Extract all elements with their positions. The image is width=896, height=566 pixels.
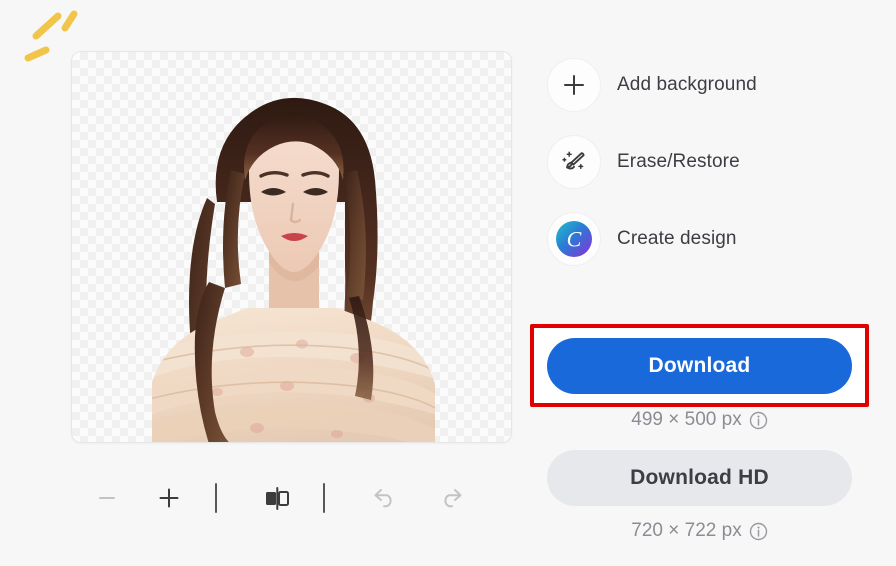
minus-icon: [99, 497, 115, 499]
zoom-in-button[interactable]: [147, 478, 191, 518]
subject-image: [151, 97, 435, 442]
redo-arrow-icon: [444, 489, 462, 508]
plus-icon: [564, 75, 584, 95]
erase-restore-action[interactable]: Erase/Restore: [547, 135, 757, 189]
create-design-label: Create design: [617, 228, 737, 249]
action-list: Add background Erase/Restore C Create de…: [547, 58, 757, 289]
canva-logo-icon: C: [556, 221, 592, 257]
download-hd-dimensions: 720 × 722 px: [547, 520, 852, 542]
image-preview-canvas[interactable]: [71, 51, 512, 443]
undo-arrow-icon: [374, 489, 392, 508]
redo-button[interactable]: [429, 478, 473, 518]
download-dimensions-text: 499 × 500 px: [631, 409, 742, 430]
download-button[interactable]: Download: [547, 338, 852, 394]
info-circle-icon[interactable]: [749, 411, 768, 430]
erase-restore-icon-circle: [547, 135, 601, 189]
undo-button[interactable]: [363, 478, 407, 518]
toolbar-divider-1: [215, 483, 217, 513]
svg-text:C: C: [567, 227, 582, 252]
add-background-label: Add background: [617, 74, 757, 95]
compare-toggle-button[interactable]: [255, 478, 299, 518]
toolbar-divider-2: [323, 483, 325, 513]
erase-restore-label: Erase/Restore: [617, 151, 740, 172]
add-background-action[interactable]: Add background: [547, 58, 757, 112]
create-design-icon-circle: C: [547, 212, 601, 266]
magic-brush-icon: [562, 151, 585, 170]
zoom-out-button[interactable]: [85, 478, 129, 518]
compare-split-icon: [266, 487, 289, 510]
download-dimensions: 499 × 500 px: [547, 409, 852, 431]
add-background-icon-circle: [547, 58, 601, 112]
download-hd-dimensions-text: 720 × 722 px: [631, 520, 742, 541]
info-circle-icon[interactable]: [749, 522, 768, 541]
canvas-toolbar: [71, 478, 512, 518]
download-hd-button[interactable]: Download HD: [547, 450, 852, 506]
create-design-action[interactable]: C Create design: [547, 212, 757, 266]
plus-icon: [159, 488, 179, 508]
